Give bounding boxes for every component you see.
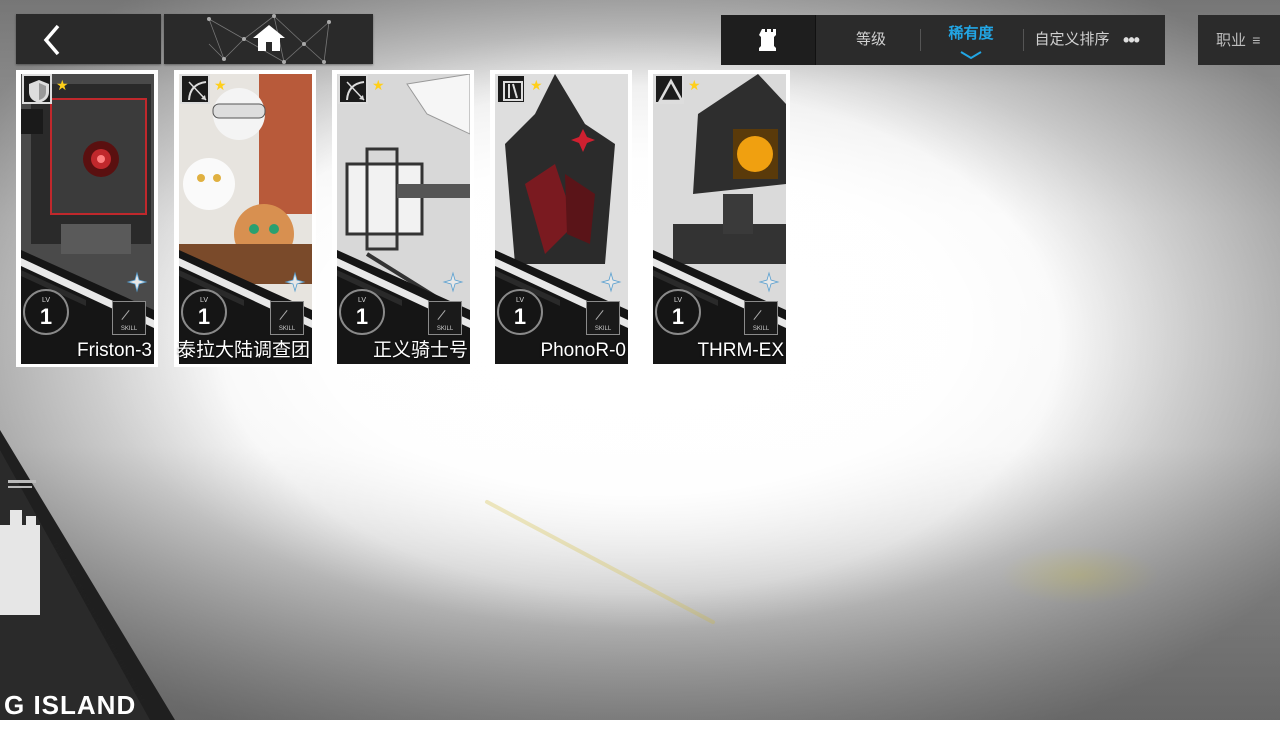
skill-slot: SKILL — [744, 301, 778, 335]
rarity-star-icon: ★ — [56, 77, 69, 93]
rarity-star-icon: ★ — [372, 77, 385, 93]
operator-name: THRM-EX — [697, 340, 784, 361]
skill-label: SKILL — [120, 326, 138, 332]
level-label: LV — [357, 297, 367, 304]
sort-divider — [1023, 29, 1024, 51]
sort-divider — [920, 29, 921, 51]
operator-card[interactable]: ★ LV 1 SKILL Friston-3 — [16, 70, 158, 367]
elite-rank-icon — [442, 271, 464, 293]
level-label: LV — [41, 297, 51, 304]
supporter-bars-icon — [496, 74, 526, 104]
rarity-star-icon: ★ — [530, 77, 543, 93]
chevron-down-icon — [960, 51, 982, 60]
skill-label: SKILL — [752, 326, 770, 332]
level-value: 1 — [355, 304, 369, 329]
level-indicator: LV 1 — [181, 289, 227, 335]
profession-filter-button[interactable]: 职业 ≡ — [1198, 15, 1280, 65]
elite-rank-icon — [600, 271, 622, 293]
level-indicator: LV 1 — [23, 289, 69, 335]
skill-slot: SKILL — [270, 301, 304, 335]
level-label: LV — [515, 297, 525, 304]
more-options-button[interactable]: ••• — [1119, 15, 1143, 65]
sort-custom[interactable]: 自定义排序 — [1029, 15, 1115, 65]
defender-shield-icon — [22, 74, 52, 104]
skill-label: SKILL — [278, 326, 296, 332]
level-indicator: LV 1 — [497, 289, 543, 335]
rarity-star-icon: ★ — [214, 77, 227, 93]
level-label: LV — [673, 297, 683, 304]
elite-rank-icon — [126, 271, 148, 293]
skill-label: SKILL — [436, 326, 454, 332]
sniper-bow-icon — [338, 74, 368, 104]
sort-bar: 等级 稀有度 自定义排序 ••• — [721, 15, 1165, 65]
operator-card[interactable]: ★ LV 1 SKILL THRM-EX — [648, 70, 790, 367]
level-value: 1 — [513, 304, 527, 329]
back-arrow-icon — [43, 24, 60, 56]
skill-slot: SKILL — [428, 301, 462, 335]
level-value: 1 — [39, 304, 53, 329]
operator-name: 泰拉大陆调查团 — [176, 340, 310, 361]
elite-rank-icon — [284, 271, 306, 293]
operator-name: Friston-3 — [77, 340, 152, 361]
operator-name: PhonoR-0 — [540, 340, 626, 361]
corner-logo-text: G ISLAND — [4, 690, 137, 720]
sniper-bow-icon — [180, 74, 210, 104]
skill-slot: SKILL — [586, 301, 620, 335]
level-label: LV — [199, 297, 209, 304]
home-icon — [253, 25, 285, 51]
elite-rank-icon — [758, 271, 780, 293]
operator-card[interactable]: ★ LV 1 SKILL 泰拉大陆调查团 — [174, 70, 316, 367]
level-value: 1 — [197, 304, 211, 329]
filter-label: 职业 — [1216, 32, 1247, 49]
specialist-triangle-icon — [654, 74, 684, 104]
skill-slot: SKILL — [112, 301, 146, 335]
level-indicator: LV 1 — [339, 289, 385, 335]
back-button[interactable] — [16, 14, 161, 64]
operator-name: 正义骑士号 — [372, 340, 468, 361]
skill-label: SKILL — [594, 326, 612, 332]
level-indicator: LV 1 — [655, 289, 701, 335]
home-button[interactable] — [164, 14, 373, 64]
rhodes-island-corner-decoration — [0, 430, 175, 720]
level-value: 1 — [671, 304, 685, 329]
sort-mode-toggle[interactable] — [721, 15, 816, 65]
operator-card[interactable]: ★ LV 1 SKILL PhonoR-0 — [490, 70, 632, 367]
sort-by-level[interactable]: 等级 — [839, 15, 903, 65]
menu-lines-icon: ≡ — [1252, 32, 1261, 48]
chess-rook-icon — [759, 29, 776, 51]
rarity-star-icon: ★ — [688, 77, 701, 93]
operator-card[interactable]: ★ LV 1 SKILL 正义骑士号 — [332, 70, 474, 367]
